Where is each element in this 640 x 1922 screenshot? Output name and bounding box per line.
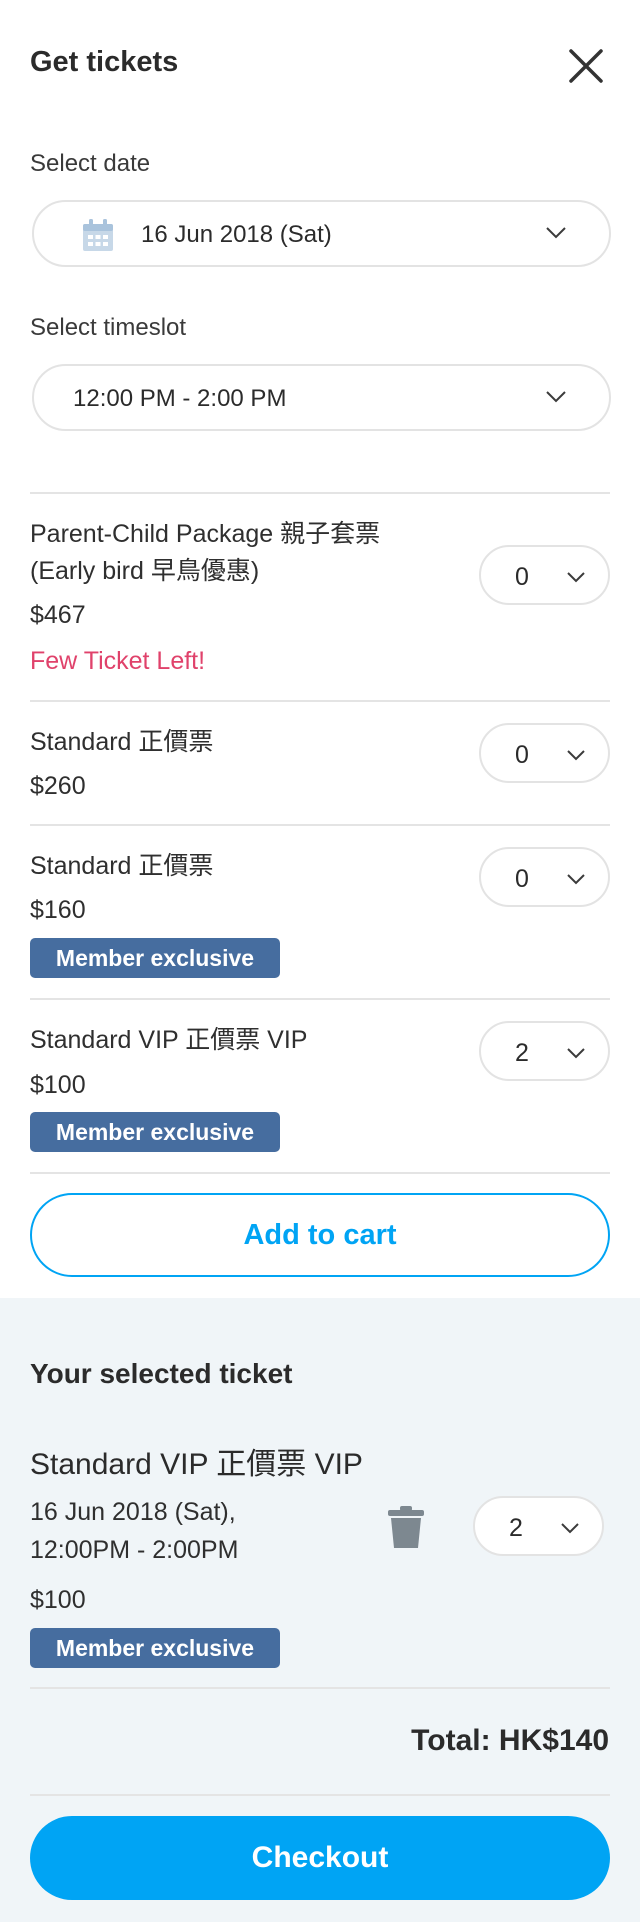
chevron-down-icon bbox=[546, 227, 566, 239]
cart-item-datetime: 16 Jun 2018 (Sat), 12:00PM - 2:00PM bbox=[30, 1493, 238, 1569]
calendar-icon bbox=[83, 219, 113, 251]
cart-title: Your selected ticket bbox=[30, 1358, 293, 1389]
member-exclusive-badge: Member exclusive bbox=[30, 938, 280, 978]
ticket-name: Parent-Child Package 親子套票 (Early bird 早鳥… bbox=[30, 516, 380, 590]
divider bbox=[30, 1172, 610, 1174]
quantity-value: 2 bbox=[515, 1039, 529, 1067]
quantity-select[interactable]: 0 bbox=[479, 723, 610, 783]
total-price: Total: HK$140 bbox=[411, 1724, 609, 1757]
ticket-price: $467 bbox=[30, 601, 86, 629]
divider bbox=[30, 998, 610, 1000]
ticket-name: Standard VIP 正價票 VIP bbox=[30, 1026, 308, 1054]
header: Get tickets bbox=[0, 0, 640, 130]
quantity-select[interactable]: 2 bbox=[479, 1021, 610, 1081]
divider bbox=[30, 1794, 610, 1796]
cart-item-date: 16 Jun 2018 (Sat), bbox=[30, 1498, 236, 1526]
select-timeslot-label: Select timeslot bbox=[30, 314, 187, 341]
chevron-down-icon bbox=[567, 572, 585, 583]
trash-icon[interactable] bbox=[388, 1506, 424, 1548]
ticket-price: $100 bbox=[30, 1071, 86, 1099]
quantity-select[interactable]: 0 bbox=[479, 847, 610, 907]
quantity-select[interactable]: 0 bbox=[479, 545, 610, 605]
ticket-name: Standard 正價票 bbox=[30, 852, 214, 880]
chevron-down-icon bbox=[561, 1523, 579, 1534]
divider bbox=[30, 492, 610, 494]
close-icon[interactable] bbox=[566, 46, 606, 86]
date-value: 16 Jun 2018 (Sat) bbox=[141, 221, 332, 248]
chevron-down-icon bbox=[567, 750, 585, 761]
divider bbox=[30, 700, 610, 702]
ticket-name-line1: Parent-Child Package 親子套票 bbox=[30, 520, 381, 548]
cart-section: Your selected ticket Standard VIP 正價票 VI… bbox=[0, 1298, 640, 1922]
cart-quantity-select[interactable]: 2 bbox=[473, 1496, 604, 1556]
date-select[interactable]: 16 Jun 2018 (Sat) bbox=[32, 200, 611, 267]
member-exclusive-badge: Member exclusive bbox=[30, 1112, 280, 1152]
few-tickets-warning: Few Ticket Left! bbox=[30, 647, 206, 675]
quantity-value: 0 bbox=[515, 741, 529, 769]
timeslot-value: 12:00 PM - 2:00 PM bbox=[73, 385, 287, 412]
add-to-cart-button[interactable]: Add to cart bbox=[30, 1193, 610, 1277]
chevron-down-icon bbox=[546, 391, 566, 403]
cart-item-time: 12:00PM - 2:00PM bbox=[30, 1536, 239, 1564]
ticket-name: Standard 正價票 bbox=[30, 728, 214, 756]
quantity-value: 2 bbox=[509, 1514, 523, 1542]
quantity-value: 0 bbox=[515, 563, 529, 591]
select-date-label: Select date bbox=[30, 150, 151, 177]
divider bbox=[30, 824, 610, 826]
checkout-button[interactable]: Checkout bbox=[30, 1816, 610, 1900]
cart-item-price: $100 bbox=[30, 1586, 86, 1614]
cart-item-name: Standard VIP 正價票 VIP bbox=[30, 1448, 363, 1481]
ticket-name-line2: (Early bird 早鳥優惠) bbox=[30, 557, 260, 585]
page-title: Get tickets bbox=[30, 46, 179, 78]
member-exclusive-badge: Member exclusive bbox=[30, 1628, 280, 1668]
ticket-price: $260 bbox=[30, 772, 86, 800]
chevron-down-icon bbox=[567, 874, 585, 885]
timeslot-select[interactable]: 12:00 PM - 2:00 PM bbox=[32, 364, 611, 431]
divider bbox=[30, 1687, 610, 1689]
chevron-down-icon bbox=[567, 1048, 585, 1059]
ticket-price: $160 bbox=[30, 896, 86, 924]
quantity-value: 0 bbox=[515, 865, 529, 893]
